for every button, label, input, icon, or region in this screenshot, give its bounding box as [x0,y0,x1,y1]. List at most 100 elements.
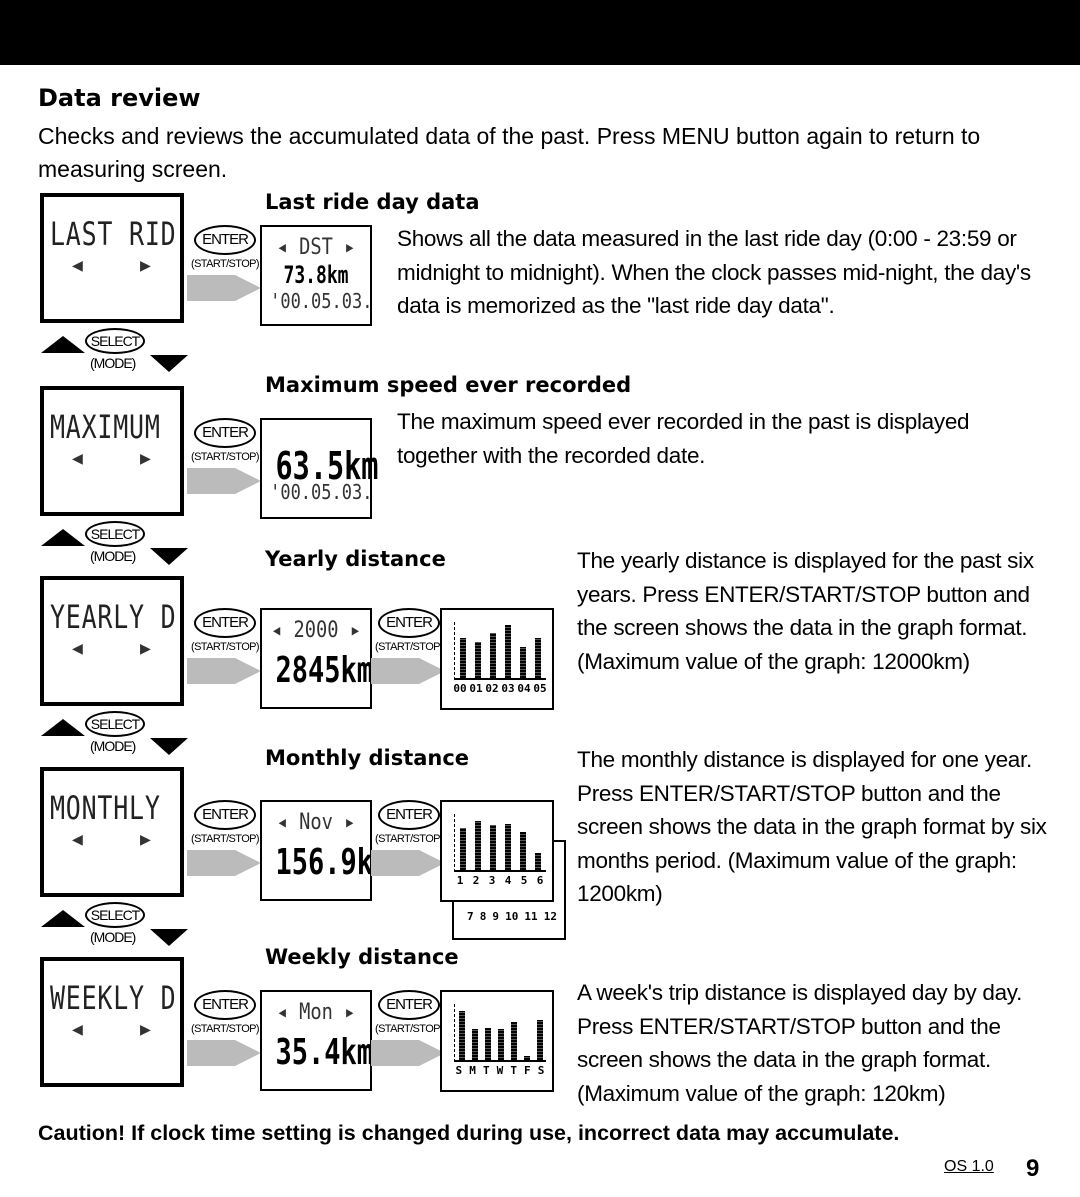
arrow-shaft [187,1040,235,1066]
start-stop-label: (START/STOP) [191,641,260,653]
graph-label: 2 [472,874,480,887]
data-screen-3: ◂ Nov ▸ 156.9km [260,800,390,901]
bar [471,1029,478,1060]
left-arrow-icon: ◀ [72,829,83,850]
mode-screen-1: MAXIMUM ◀ ▶ [40,386,184,516]
bar-chart [454,814,546,872]
graph-label: 7 [467,910,474,923]
graph-label: 02 [485,682,499,695]
enter-button[interactable]: ENTER [194,608,256,638]
mode-screen-text: WEEKLY D [50,979,177,1017]
bar [484,1027,491,1060]
mode-screen-0: LAST RID ◀ ▶ [40,193,184,323]
graph-label: W [496,1064,504,1077]
mode-screen-text: MAXIMUM [50,408,161,446]
bar [536,1019,543,1060]
screen-line1: ◂ Mon ▸ [276,1000,356,1025]
arrow-shaft [371,658,419,684]
section-description: The maximum speed ever recorded in the p… [397,409,970,468]
arrow-shaft [371,850,419,876]
enter-button[interactable]: ENTER [194,418,256,448]
start-stop-label: (START/STOP) [375,833,444,845]
bar [505,823,512,870]
enter-button[interactable]: ENTER [194,800,256,830]
start-stop-label: (START/STOP) [191,1023,260,1035]
section-title: Yearly distance [265,547,446,571]
up-triangle-icon [41,910,85,927]
bar-chart [454,622,546,680]
bar-chart [454,1004,546,1062]
graph-screen-3: 123456 [440,800,554,902]
graph-label: 00 [453,682,467,695]
start-stop-label: (START/STOP) [191,451,260,463]
graph-label: 04 [517,682,531,695]
screen-date: '00.05.03. [270,480,373,504]
right-arrow-icon: ▶ [140,829,151,850]
graph-label: 1 [456,874,464,887]
bar [489,825,496,870]
page-title: Data review [38,84,201,112]
graph-label: 10 [505,910,519,923]
data-screen-0: ◂ DST ▸ 73.8km '00.05.03. [260,225,372,326]
manual-page: Data review Checks and reviews the accum… [0,0,1080,1197]
enter-button[interactable]: ENTER [378,608,440,638]
graph-label: M [469,1064,476,1077]
page-number: 9 [1026,1155,1040,1182]
arrow-head-icon [235,850,261,876]
graph-label: 12 [543,910,557,923]
enter-button[interactable]: ENTER [378,800,440,830]
version-label: OS 1.0 [944,1158,994,1175]
right-arrow-icon: ▶ [140,638,151,659]
graph-label: 3 [488,874,496,887]
graph-labels: SMTWTFS [452,1064,548,1077]
bar [523,1055,530,1060]
graph-label: 9 [492,910,500,923]
bar [535,637,542,678]
right-arrow-icon: ▶ [140,1019,151,1040]
screen-value: 2845km [275,650,374,691]
mode-screen-4: WEEKLY D ◀ ▶ [40,957,184,1087]
select-button[interactable]: SELECT [85,902,145,928]
enter-button[interactable]: ENTER [378,990,440,1020]
bar [459,637,466,678]
screen-value: 156.9km [275,842,390,883]
arrow-head-icon [235,1040,261,1066]
section-description: The yearly distance is displayed for the… [577,548,1034,674]
arrow-head-icon [235,468,261,494]
bar [505,624,512,678]
left-arrow-icon: ◀ [72,1019,83,1040]
graph-label: F [524,1064,531,1077]
enter-button[interactable]: ENTER [194,225,256,255]
graph-screen-2: 00 01 02 03 04 05 [440,608,554,710]
select-button[interactable]: SELECT [85,711,145,737]
left-arrow-icon: ◀ [72,255,83,276]
graph-label: S [455,1064,463,1077]
graph-back-labels: 7 8 9 10 11 12 [464,910,560,923]
arrow-shaft [371,1040,419,1066]
screen-value: 35.4km [275,1032,374,1073]
arrow-shaft [187,658,235,684]
start-stop-label: (START/STOP) [191,833,260,845]
mode-screen-3: MONTHLY ◀ ▶ [40,767,184,897]
graph-labels: 00 01 02 03 04 05 [452,682,548,695]
mode-screen-text: YEARLY D [50,598,177,636]
arrow-shaft [187,275,235,301]
bar [459,828,466,870]
up-triangle-icon [41,529,85,546]
enter-button[interactable]: ENTER [194,990,256,1020]
graph-label: 8 [479,910,487,923]
select-button[interactable]: SELECT [85,521,145,547]
arrow-head-icon [235,658,261,684]
right-arrow-icon: ▶ [140,448,151,469]
select-button[interactable]: SELECT [85,328,145,354]
bar [535,853,542,870]
intro-text: Checks and reviews the accumulated data … [38,123,981,182]
mode-label: (MODE) [90,738,136,754]
data-screen-2: ◂ 2000 ▸ 2845km [260,608,374,709]
section-title: Monthly distance [265,746,470,770]
graph-label: 4 [504,874,512,887]
start-stop-label: (START/STOP) [375,1023,444,1035]
right-arrow-icon: ▶ [140,255,151,276]
graph-label: 6 [536,874,544,887]
mode-screen-text: LAST RID [50,215,177,253]
